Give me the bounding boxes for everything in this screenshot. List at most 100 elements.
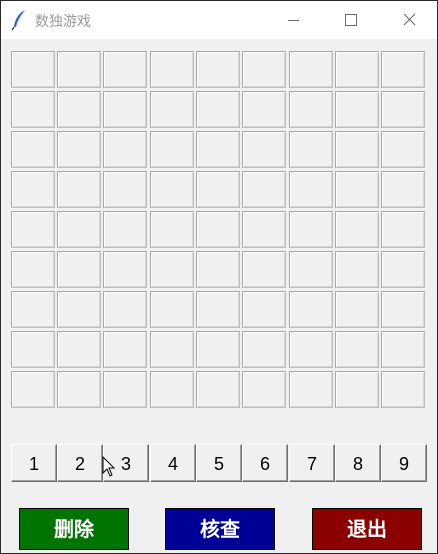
grid-cell[interactable] bbox=[57, 251, 101, 288]
number-button-7[interactable]: 7 bbox=[289, 444, 335, 482]
grid-cell[interactable] bbox=[57, 131, 101, 168]
grid-cell[interactable] bbox=[103, 251, 147, 288]
grid-cell[interactable] bbox=[242, 211, 286, 248]
grid-cell[interactable] bbox=[11, 251, 55, 288]
grid-cell[interactable] bbox=[381, 291, 425, 328]
grid-cell[interactable] bbox=[103, 131, 147, 168]
grid-cell[interactable] bbox=[103, 171, 147, 208]
grid-cell[interactable] bbox=[242, 331, 286, 368]
grid-cell[interactable] bbox=[335, 211, 379, 248]
grid-cell[interactable] bbox=[289, 131, 333, 168]
grid-cell[interactable] bbox=[150, 131, 194, 168]
grid-cell[interactable] bbox=[57, 51, 101, 88]
exit-button[interactable]: 退出 bbox=[312, 508, 422, 550]
close-button[interactable] bbox=[387, 1, 433, 39]
grid-cell[interactable] bbox=[289, 331, 333, 368]
grid-cell[interactable] bbox=[335, 291, 379, 328]
grid-cell[interactable] bbox=[11, 91, 55, 128]
grid-cell[interactable] bbox=[196, 131, 240, 168]
grid-cell[interactable] bbox=[335, 131, 379, 168]
minimize-button[interactable] bbox=[270, 1, 316, 39]
grid-cell[interactable] bbox=[150, 211, 194, 248]
number-button-8[interactable]: 8 bbox=[335, 444, 381, 482]
sudoku-window: 数独游戏 123456789 删除 核查 退出 bbox=[0, 0, 438, 554]
grid-cell[interactable] bbox=[242, 131, 286, 168]
number-button-9[interactable]: 9 bbox=[381, 444, 427, 482]
grid-cell[interactable] bbox=[11, 331, 55, 368]
grid-cell[interactable] bbox=[242, 51, 286, 88]
grid-cell[interactable] bbox=[196, 171, 240, 208]
grid-cell[interactable] bbox=[289, 211, 333, 248]
grid-cell[interactable] bbox=[335, 331, 379, 368]
grid-cell[interactable] bbox=[103, 291, 147, 328]
grid-cell[interactable] bbox=[103, 51, 147, 88]
grid-cell[interactable] bbox=[242, 291, 286, 328]
number-button-5[interactable]: 5 bbox=[196, 444, 242, 482]
grid-cell[interactable] bbox=[196, 251, 240, 288]
grid-cell[interactable] bbox=[196, 291, 240, 328]
grid-cell[interactable] bbox=[57, 211, 101, 248]
grid-cell[interactable] bbox=[57, 291, 101, 328]
grid-cell[interactable] bbox=[11, 371, 55, 408]
grid-cell[interactable] bbox=[11, 291, 55, 328]
grid-cell[interactable] bbox=[289, 371, 333, 408]
grid-cell[interactable] bbox=[289, 171, 333, 208]
grid-cell[interactable] bbox=[381, 91, 425, 128]
grid-cell[interactable] bbox=[335, 371, 379, 408]
grid-cell[interactable] bbox=[103, 91, 147, 128]
maximize-button[interactable] bbox=[328, 1, 374, 39]
maximize-icon bbox=[345, 14, 357, 26]
grid-cell[interactable] bbox=[381, 331, 425, 368]
grid-cell[interactable] bbox=[242, 371, 286, 408]
grid-cell[interactable] bbox=[289, 251, 333, 288]
grid-cell[interactable] bbox=[381, 211, 425, 248]
grid-cell[interactable] bbox=[150, 331, 194, 368]
grid-cell[interactable] bbox=[289, 291, 333, 328]
number-button-1[interactable]: 1 bbox=[11, 444, 57, 482]
number-button-6[interactable]: 6 bbox=[242, 444, 288, 482]
grid-cell[interactable] bbox=[381, 371, 425, 408]
grid-cell[interactable] bbox=[150, 371, 194, 408]
grid-cell[interactable] bbox=[150, 251, 194, 288]
grid-cell[interactable] bbox=[57, 171, 101, 208]
grid-cell[interactable] bbox=[381, 171, 425, 208]
grid-cell[interactable] bbox=[242, 91, 286, 128]
grid-cell[interactable] bbox=[242, 171, 286, 208]
grid-cell[interactable] bbox=[103, 211, 147, 248]
grid-cell[interactable] bbox=[11, 131, 55, 168]
grid-cell[interactable] bbox=[103, 331, 147, 368]
title-bar[interactable]: 数独游戏 bbox=[1, 1, 437, 39]
grid-cell[interactable] bbox=[335, 91, 379, 128]
grid-cell[interactable] bbox=[11, 51, 55, 88]
grid-cell[interactable] bbox=[57, 331, 101, 368]
grid-cell[interactable] bbox=[150, 171, 194, 208]
grid-cell[interactable] bbox=[11, 211, 55, 248]
grid-cell[interactable] bbox=[196, 371, 240, 408]
grid-cell[interactable] bbox=[381, 51, 425, 88]
grid-cell[interactable] bbox=[335, 171, 379, 208]
grid-cell[interactable] bbox=[196, 91, 240, 128]
number-button-4[interactable]: 4 bbox=[150, 444, 196, 482]
grid-cell[interactable] bbox=[11, 171, 55, 208]
grid-cell[interactable] bbox=[196, 211, 240, 248]
grid-cell[interactable] bbox=[103, 371, 147, 408]
grid-cell[interactable] bbox=[196, 51, 240, 88]
grid-cell[interactable] bbox=[335, 51, 379, 88]
grid-cell[interactable] bbox=[242, 251, 286, 288]
grid-cell[interactable] bbox=[150, 91, 194, 128]
number-button-2[interactable]: 2 bbox=[57, 444, 103, 482]
grid-cell[interactable] bbox=[150, 291, 194, 328]
grid-cell[interactable] bbox=[289, 91, 333, 128]
grid-cell[interactable] bbox=[289, 51, 333, 88]
delete-button[interactable]: 删除 bbox=[19, 508, 129, 550]
feather-icon bbox=[11, 9, 26, 31]
grid-cell[interactable] bbox=[381, 251, 425, 288]
window-title: 数独游戏 bbox=[35, 14, 91, 30]
grid-cell[interactable] bbox=[381, 131, 425, 168]
grid-cell[interactable] bbox=[150, 51, 194, 88]
check-button[interactable]: 核查 bbox=[165, 508, 275, 550]
grid-cell[interactable] bbox=[196, 331, 240, 368]
grid-cell[interactable] bbox=[335, 251, 379, 288]
grid-cell[interactable] bbox=[57, 371, 101, 408]
grid-cell[interactable] bbox=[57, 91, 101, 128]
